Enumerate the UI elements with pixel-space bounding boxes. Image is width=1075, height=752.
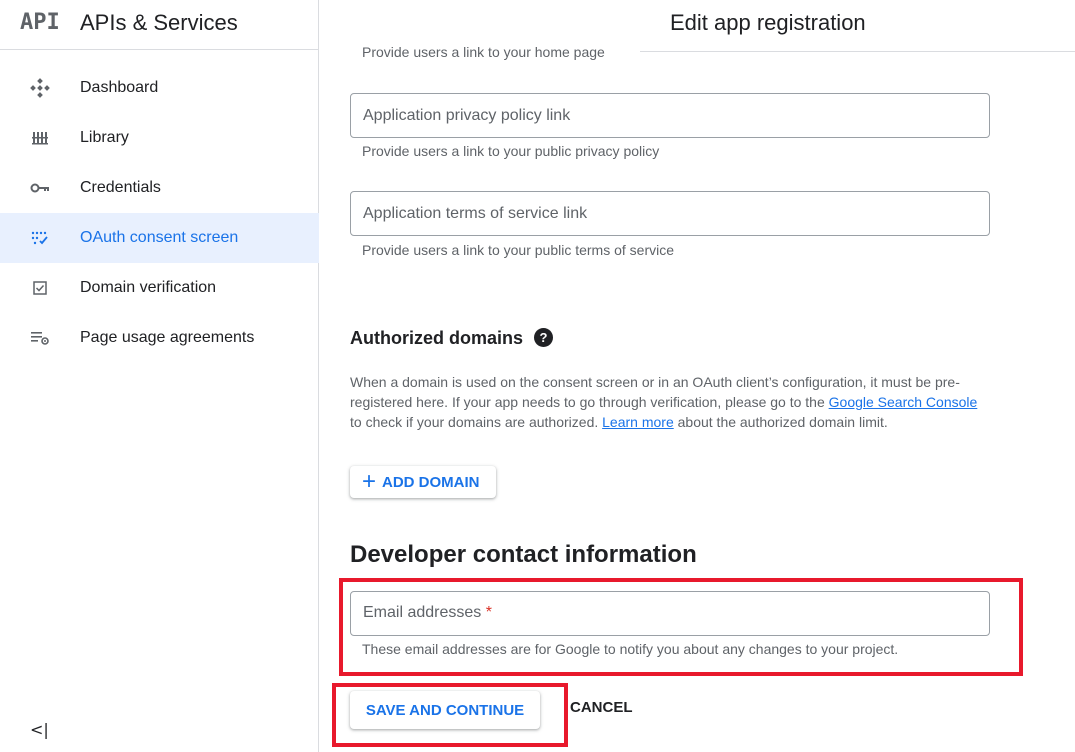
key-icon [30, 178, 50, 198]
home-page-help: Provide users a link to your home page [362, 44, 605, 60]
terms-of-service-help: Provide users a link to your public term… [362, 242, 675, 258]
highlight-box-email [339, 578, 1023, 676]
app-title: APIs & Services [80, 10, 238, 35]
page-header: Edit app registration [640, 0, 1075, 52]
add-domain-label: ADD DOMAIN [382, 473, 480, 491]
page-title: Edit app registration [670, 10, 866, 35]
checkbox-icon [30, 278, 50, 298]
domains-text-3: about the authorized domain limit. [673, 414, 888, 430]
privacy-policy-help: Provide users a link to your public priv… [362, 143, 660, 159]
sidebar-item-label: Credentials [80, 179, 161, 196]
terms-of-service-input[interactable] [351, 192, 989, 235]
google-search-console-link[interactable]: Google Search Console [829, 394, 978, 410]
privacy-policy-field[interactable] [350, 93, 990, 138]
library-icon [30, 128, 50, 148]
sidebar-item-credentials[interactable]: Credentials [0, 163, 319, 213]
sidebar: API APIs & Services Dashboard Library Cr… [0, 0, 319, 752]
sidebar-item-dashboard[interactable]: Dashboard [0, 63, 319, 113]
authorized-domains-title: Authorized domains [350, 328, 524, 348]
collapse-sidebar-button[interactable]: <| [30, 720, 49, 739]
authorized-domains-description: When a domain is used on the consent scr… [350, 372, 990, 432]
settings-list-icon [30, 328, 50, 348]
sidebar-item-label: Dashboard [80, 79, 159, 96]
sidebar-item-label: Page usage agreements [80, 329, 255, 346]
main-content: Provide users a link to your home page E… [320, 0, 1075, 752]
sidebar-item-library[interactable]: Library [0, 113, 319, 163]
sidebar-nav: Dashboard Library Credentials OAuth cons… [0, 63, 319, 363]
sidebar-item-label: Library [80, 129, 129, 146]
brand-bar: API APIs & Services [0, 0, 319, 50]
terms-of-service-field[interactable] [350, 191, 990, 236]
sidebar-item-oauth-consent-screen[interactable]: OAuth consent screen [0, 213, 319, 263]
dashboard-icon [30, 78, 50, 98]
learn-more-link[interactable]: Learn more [602, 414, 674, 430]
highlight-box-save [332, 683, 568, 747]
sidebar-item-label: Domain verification [80, 279, 217, 296]
sidebar-item-page-usage-agreements[interactable]: Page usage agreements [0, 313, 319, 363]
domains-text-2: to check if your domains are authorized. [350, 414, 603, 430]
api-logo: API [20, 10, 60, 35]
privacy-policy-input[interactable] [351, 94, 989, 137]
sidebar-item-label: OAuth consent screen [80, 229, 239, 246]
consent-icon [30, 228, 50, 248]
cancel-button[interactable]: CANCEL [570, 699, 633, 716]
add-domain-button[interactable]: + ADD DOMAIN [350, 466, 496, 498]
sidebar-item-domain-verification[interactable]: Domain verification [0, 263, 319, 313]
developer-contact-title: Developer contact information [350, 541, 697, 568]
help-icon[interactable]: ? [534, 328, 553, 347]
plus-icon: + [362, 468, 377, 495]
